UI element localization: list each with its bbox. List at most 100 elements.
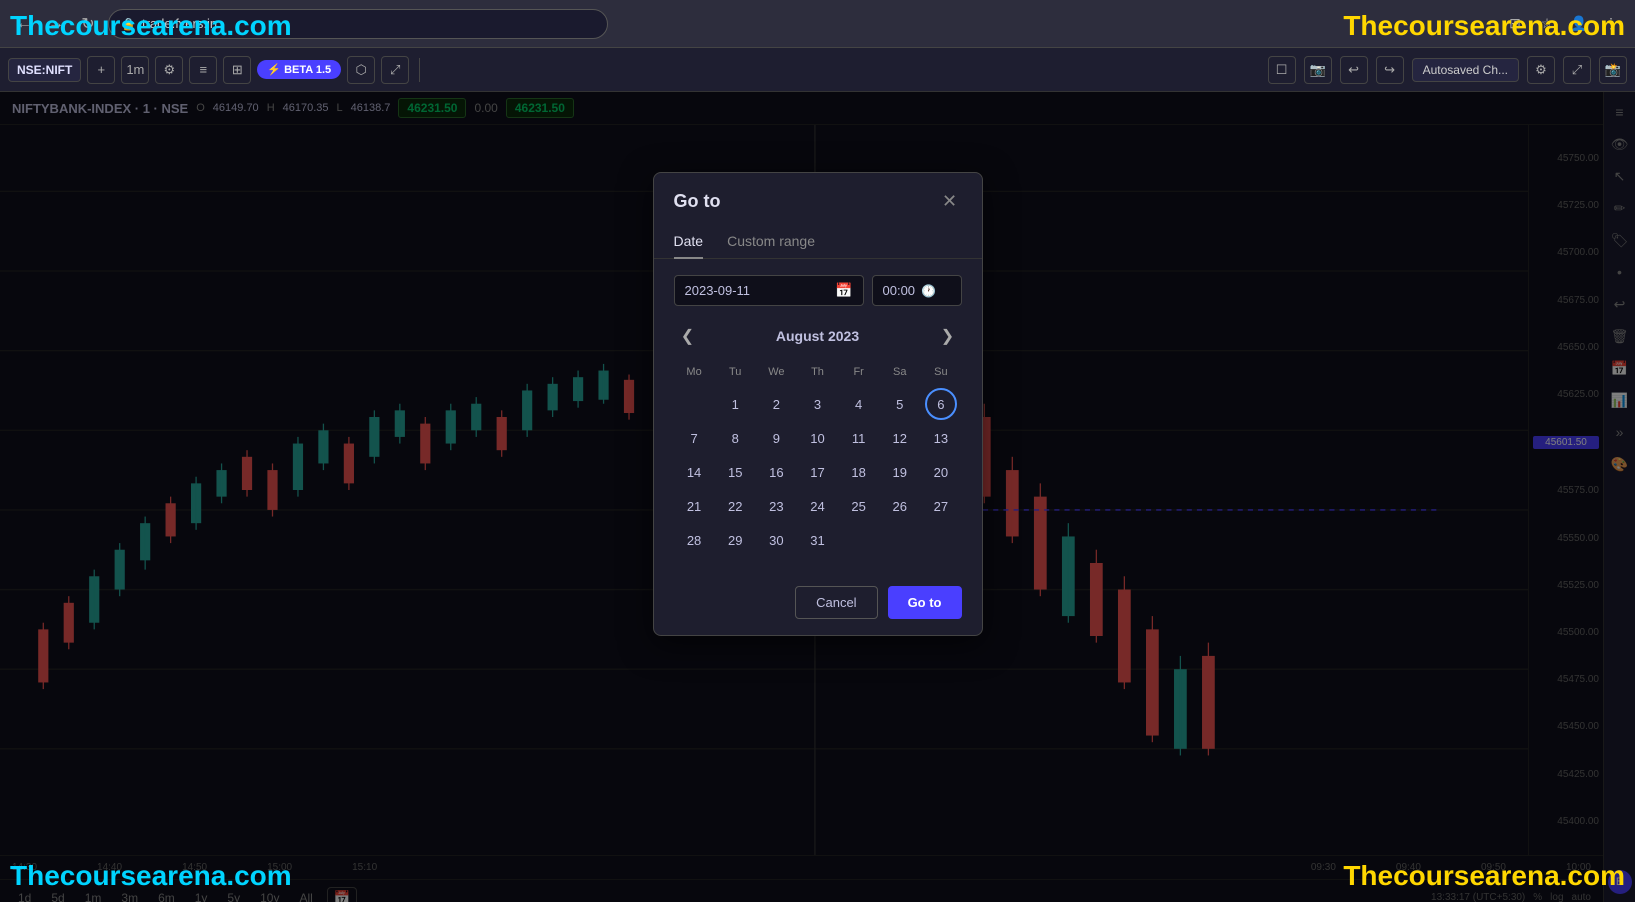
time-value: 00:00: [883, 283, 916, 298]
date-input[interactable]: 2023-09-11 📅: [674, 275, 864, 306]
extensions-button[interactable]: ⊞: [1503, 12, 1527, 36]
cal-day-4[interactable]: 4: [843, 388, 875, 420]
tab-custom-range[interactable]: Custom range: [727, 225, 815, 259]
dialog-footer: Cancel Go to: [654, 574, 982, 635]
templates-button[interactable]: ⊞: [223, 56, 251, 84]
calendar-day-headers: Mo Tu We Th Fr Sa Su: [674, 362, 962, 382]
day-fr: Fr: [838, 362, 879, 382]
cal-day-23[interactable]: 23: [760, 490, 792, 522]
calendar-week-5: 28 29 30 31: [674, 524, 962, 556]
day-tu: Tu: [715, 362, 756, 382]
cal-empty-end-3: [925, 524, 957, 556]
beta-badge[interactable]: ⚡ BETA 1.5: [257, 60, 341, 79]
cal-day-28[interactable]: 28: [678, 524, 710, 556]
add-symbol-button[interactable]: +: [87, 56, 115, 84]
day-sa: Sa: [879, 362, 920, 382]
time-input[interactable]: 00:00 🕐: [872, 275, 962, 306]
extra-button[interactable]: ⬡: [347, 56, 375, 84]
day-mo: Mo: [674, 362, 715, 382]
cal-day-14[interactable]: 14: [678, 456, 710, 488]
calendar-week-2: 7 8 9 10 11 12 13: [674, 422, 962, 454]
cal-day-18[interactable]: 18: [843, 456, 875, 488]
cal-day-12[interactable]: 12: [884, 422, 916, 454]
cal-day-10[interactable]: 10: [801, 422, 833, 454]
cal-day-26[interactable]: 26: [884, 490, 916, 522]
calendar-icon: 📅: [835, 282, 852, 299]
cal-day-29[interactable]: 29: [719, 524, 751, 556]
cal-day-20[interactable]: 20: [925, 456, 957, 488]
refresh-button[interactable]: ↻: [76, 12, 100, 36]
cal-empty-end-1: [843, 524, 875, 556]
cal-day-16[interactable]: 16: [760, 456, 792, 488]
trading-toolbar: NSE:NIFT + 1m ⚙ ≡ ⊞ ⚡ BETA 1.5 ⬡ ⤢ ☐ 📷 ↩…: [0, 48, 1635, 92]
compare-button[interactable]: ≡: [189, 56, 217, 84]
autosave-button[interactable]: Autosaved Ch...: [1412, 58, 1519, 82]
cal-day-31[interactable]: 31: [801, 524, 833, 556]
date-value: 2023-09-11: [685, 283, 828, 298]
cal-day-9[interactable]: 9: [760, 422, 792, 454]
cal-day-30[interactable]: 30: [760, 524, 792, 556]
dialog-header: Go to ✕: [654, 173, 982, 225]
day-we: We: [756, 362, 797, 382]
cal-day-27[interactable]: 27: [925, 490, 957, 522]
day-th: Th: [797, 362, 838, 382]
modal-overlay: Go to ✕ Date Custom range 2023-09-11 �: [0, 92, 1635, 902]
day-su: Su: [920, 362, 961, 382]
url-bar[interactable]: 🔒 trade.fyers.in: [108, 9, 608, 39]
datetime-row: 2023-09-11 📅 00:00 🕐: [674, 275, 962, 306]
screenshot-button[interactable]: 📷: [1304, 56, 1332, 84]
goto-button[interactable]: Go to: [888, 586, 962, 619]
cal-empty-end-2: [884, 524, 916, 556]
cal-day-22[interactable]: 22: [719, 490, 751, 522]
tab-date[interactable]: Date: [674, 225, 704, 259]
cal-day-1[interactable]: 1: [719, 388, 751, 420]
cal-day-17[interactable]: 17: [801, 456, 833, 488]
redo-button[interactable]: ↪: [1376, 56, 1404, 84]
profile-button[interactable]: 👤: [1567, 12, 1591, 36]
camera-button[interactable]: 📸: [1599, 56, 1627, 84]
dialog-close-button[interactable]: ✕: [938, 189, 962, 213]
forward-button[interactable]: →: [44, 12, 68, 36]
indicators-button[interactable]: ⚙: [155, 56, 183, 84]
goto-dialog: Go to ✕ Date Custom range 2023-09-11 �: [653, 172, 983, 636]
fullscreen-toggle[interactable]: ⤢: [381, 56, 409, 84]
cal-day-24[interactable]: 24: [801, 490, 833, 522]
settings-button[interactable]: ⚙: [1527, 56, 1555, 84]
cal-day-15[interactable]: 15: [719, 456, 751, 488]
cal-day-6[interactable]: 6: [925, 388, 957, 420]
menu-button[interactable]: ⋮: [1599, 12, 1623, 36]
bookmark-button[interactable]: ☆: [1535, 12, 1559, 36]
browser-chrome: ← → ↻ 🔒 trade.fyers.in ⊞ ☆ 👤 ⋮: [0, 0, 1635, 48]
calendar-header: ❮ August 2023 ❯: [674, 322, 962, 350]
cal-day-2[interactable]: 2: [760, 388, 792, 420]
calendar-grid: Mo Tu We Th Fr Sa Su 1 2 3 4: [674, 362, 962, 556]
cal-day-8[interactable]: 8: [719, 422, 751, 454]
cancel-button[interactable]: Cancel: [795, 586, 877, 619]
calendar-month-year: August 2023: [776, 328, 859, 344]
dialog-tabs: Date Custom range: [654, 225, 982, 259]
cal-day-25[interactable]: 25: [843, 490, 875, 522]
back-button[interactable]: ←: [12, 12, 36, 36]
cal-day-19[interactable]: 19: [884, 456, 916, 488]
toolbar-right: ☐ 📷 ↩ ↪ Autosaved Ch... ⚙ ⤢ 📸: [1268, 56, 1627, 84]
chart-type-button[interactable]: ☐: [1268, 56, 1296, 84]
dialog-title: Go to: [674, 191, 721, 212]
toolbar-separator: [419, 58, 420, 82]
cal-day-7[interactable]: 7: [678, 422, 710, 454]
cal-day-5[interactable]: 5: [884, 388, 916, 420]
interval-label[interactable]: 1m: [121, 56, 149, 84]
calendar-week-1: 1 2 3 4 5 6: [674, 388, 962, 420]
prev-month-button[interactable]: ❮: [674, 322, 702, 350]
dialog-body: 2023-09-11 📅 00:00 🕐 ❮ August 2023 ❯: [654, 259, 982, 574]
main-area: NIFTYBANK-INDEX · 1 · NSE O 46149.70 H 4…: [0, 92, 1635, 902]
ticker-badge[interactable]: NSE:NIFT: [8, 58, 81, 82]
cal-empty-1: [678, 388, 710, 420]
cal-day-11[interactable]: 11: [843, 422, 875, 454]
browser-actions: ⊞ ☆ 👤 ⋮: [1503, 12, 1623, 36]
maximize-button[interactable]: ⤢: [1563, 56, 1591, 84]
next-month-button[interactable]: ❯: [934, 322, 962, 350]
undo-button[interactable]: ↩: [1340, 56, 1368, 84]
cal-day-13[interactable]: 13: [925, 422, 957, 454]
cal-day-21[interactable]: 21: [678, 490, 710, 522]
cal-day-3[interactable]: 3: [801, 388, 833, 420]
